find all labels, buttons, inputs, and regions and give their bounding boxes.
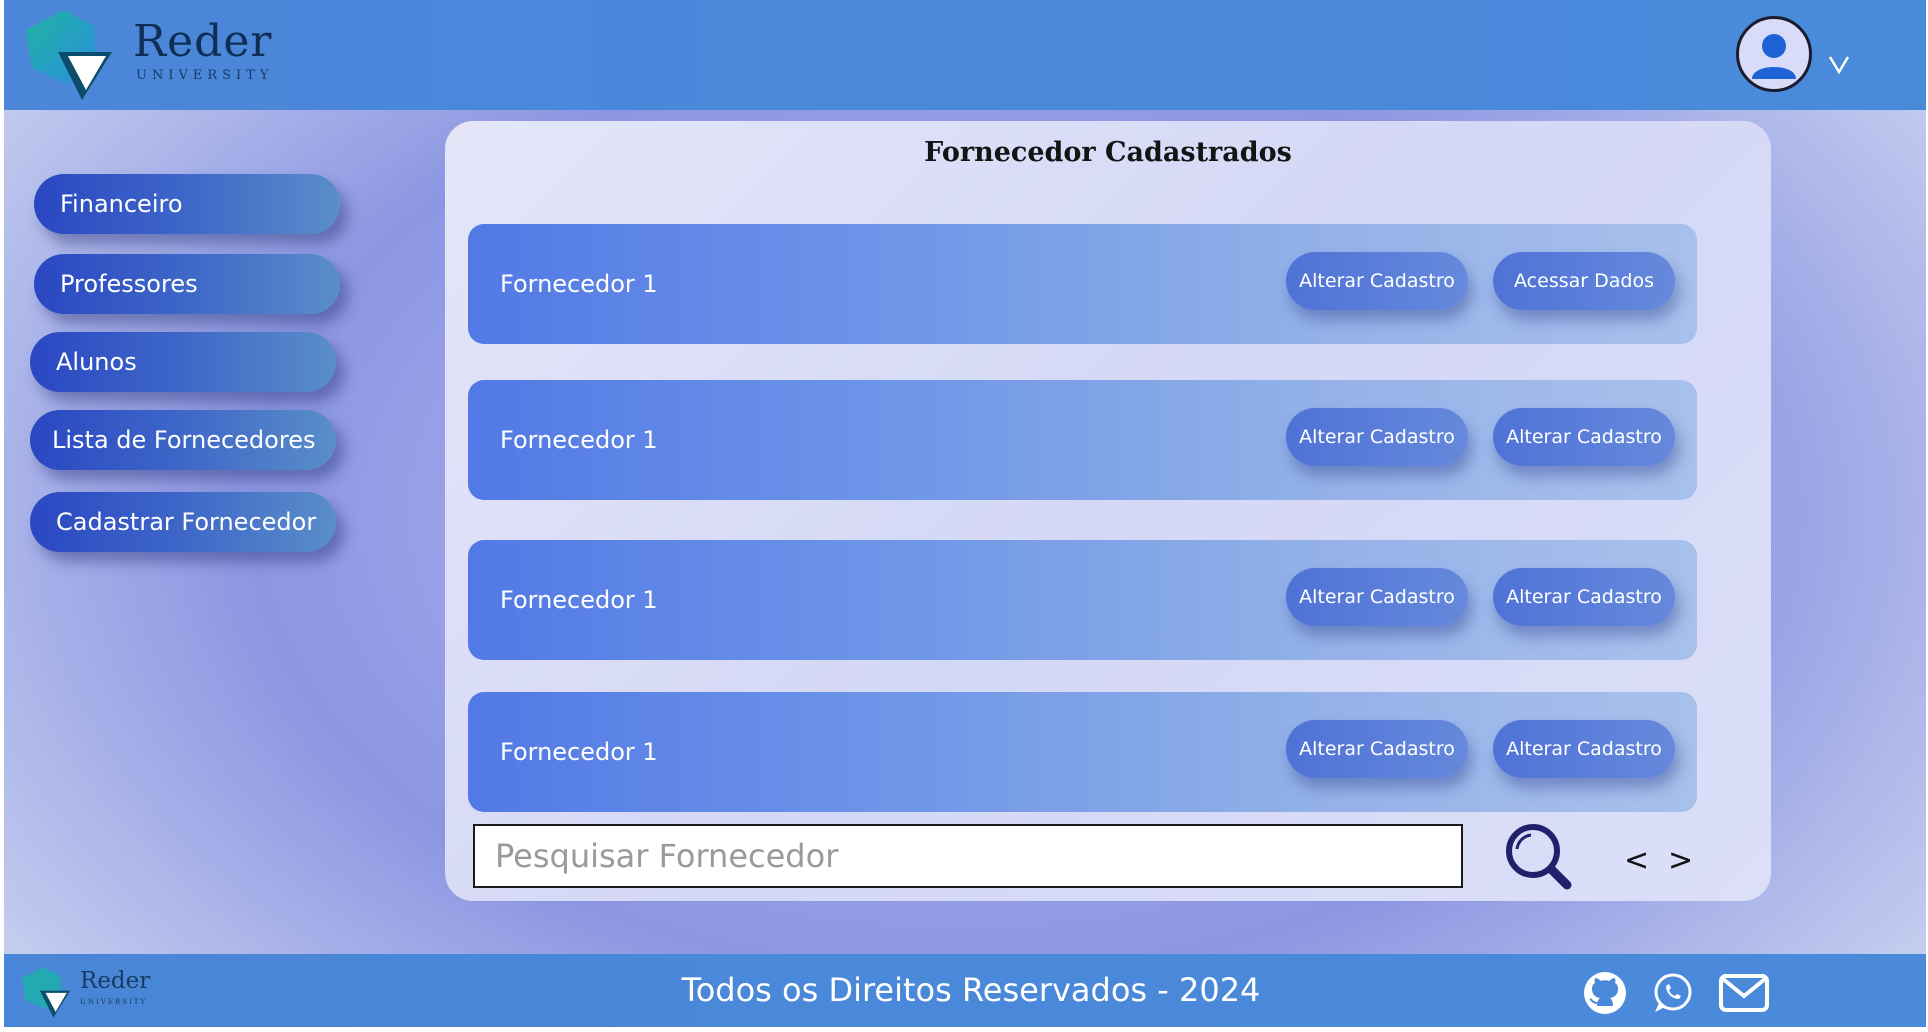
supplier-name: Fornecedor 1 bbox=[500, 586, 658, 614]
edit-record-button[interactable]: Alterar Cadastro bbox=[1286, 568, 1468, 626]
list-item: Fornecedor 1 Alterar Cadastro Alterar Ca… bbox=[468, 692, 1697, 812]
edit-record-button[interactable]: Alterar Cadastro bbox=[1286, 720, 1468, 778]
whatsapp-icon[interactable] bbox=[1650, 970, 1694, 1016]
access-data-button[interactable]: Acessar Dados bbox=[1493, 252, 1675, 310]
list-item: Fornecedor 1 Alterar Cadastro Alterar Ca… bbox=[468, 380, 1697, 500]
sidebar-item-professores[interactable]: Professores bbox=[34, 254, 340, 314]
sidebar-item-cadastrar-fornecedor[interactable]: Cadastrar Fornecedor bbox=[30, 492, 336, 552]
search-input[interactable] bbox=[473, 824, 1463, 888]
user-avatar[interactable] bbox=[1736, 16, 1812, 92]
edit-record-button[interactable]: Alterar Cadastro bbox=[1493, 408, 1675, 466]
sidebar-item-financeiro[interactable]: Financeiro bbox=[34, 174, 340, 234]
prev-page-button[interactable]: < bbox=[1624, 843, 1649, 878]
user-avatar-icon bbox=[1752, 34, 1796, 79]
copyright-text: Todos os Direitos Reservados - 2024 bbox=[681, 971, 1261, 1009]
brand-name: Reder bbox=[133, 16, 273, 67]
sidebar-item-label: Cadastrar Fornecedor bbox=[56, 508, 317, 536]
supplier-name: Fornecedor 1 bbox=[500, 426, 658, 454]
list-item: Fornecedor 1 Alterar Cadastro Alterar Ca… bbox=[468, 540, 1697, 660]
sidebar-item-label: Professores bbox=[60, 270, 198, 298]
footer: Reder UNIVERSITY Todos os Direitos Reser… bbox=[4, 954, 1926, 1027]
sidebar-item-label: Financeiro bbox=[60, 190, 183, 218]
brand-logo[interactable]: Reder UNIVERSITY bbox=[26, 8, 276, 108]
supplier-name: Fornecedor 1 bbox=[500, 270, 658, 298]
github-icon[interactable] bbox=[1582, 970, 1628, 1016]
supplier-panel: Fornecedor Cadastrados Fornecedor 1 Alte… bbox=[445, 121, 1771, 901]
app-frame: Reder UNIVERSITY Financeiro Professores … bbox=[4, 0, 1926, 1027]
sidebar-item-alunos[interactable]: Alunos bbox=[30, 332, 336, 392]
edit-record-button[interactable]: Alterar Cadastro bbox=[1286, 408, 1468, 466]
mail-icon[interactable] bbox=[1718, 970, 1770, 1016]
edit-record-button[interactable]: Alterar Cadastro bbox=[1493, 720, 1675, 778]
hexagon-logo-icon bbox=[26, 10, 112, 100]
edit-record-button[interactable]: Alterar Cadastro bbox=[1493, 568, 1675, 626]
brand-subtitle: UNIVERSITY bbox=[136, 68, 274, 83]
search-icon[interactable] bbox=[1503, 821, 1575, 893]
next-page-button[interactable]: > bbox=[1668, 843, 1693, 878]
page-title: Fornecedor Cadastrados bbox=[924, 137, 1292, 168]
sidebar-item-lista-fornecedores[interactable]: Lista de Fornecedores bbox=[30, 410, 336, 470]
sidebar-item-label: Alunos bbox=[56, 348, 137, 376]
chevron-down-icon[interactable] bbox=[1824, 48, 1854, 78]
edit-record-button[interactable]: Alterar Cadastro bbox=[1286, 252, 1468, 310]
list-item: Fornecedor 1 Alterar Cadastro Acessar Da… bbox=[468, 224, 1697, 344]
supplier-name: Fornecedor 1 bbox=[500, 738, 658, 766]
sidebar-item-label: Lista de Fornecedores bbox=[52, 426, 316, 454]
header: Reder UNIVERSITY bbox=[4, 0, 1926, 110]
